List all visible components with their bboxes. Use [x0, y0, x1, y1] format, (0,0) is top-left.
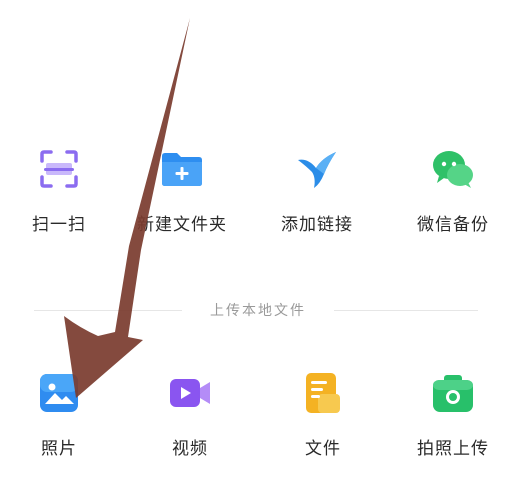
- new-folder-label: 新建文件夹: [137, 215, 227, 235]
- wechat-backup-label: 微信备份: [417, 215, 489, 235]
- photo-upload-label: 拍照上传: [417, 439, 489, 459]
- file-label: 文件: [305, 439, 341, 459]
- scan-label: 扫一扫: [32, 215, 86, 235]
- photo-upload-button[interactable]: 拍照上传: [398, 370, 508, 470]
- wechat-backup-button[interactable]: 微信备份: [398, 146, 508, 246]
- photos-label: 照片: [41, 439, 77, 459]
- divider-line-right: [334, 310, 478, 311]
- bird-link-icon: [298, 152, 336, 188]
- scan-frame-icon: [40, 150, 78, 188]
- file-button[interactable]: 文件: [268, 370, 378, 470]
- add-link-label: 添加链接: [281, 215, 353, 235]
- document-icon: [306, 373, 340, 413]
- upload-options-row: 照片 视频 文件 拍照上传: [0, 370, 509, 480]
- divider-line-left: [34, 310, 182, 311]
- quick-actions-row: 扫一扫 新建文件夹 添加链接 微信备份: [0, 146, 509, 256]
- wechat-icon: [433, 151, 473, 188]
- add-link-button[interactable]: 添加链接: [262, 146, 372, 246]
- new-folder-button[interactable]: 新建文件夹: [127, 146, 237, 246]
- camera-icon: [433, 375, 473, 412]
- folder-plus-icon: [162, 153, 202, 186]
- image-icon: [40, 374, 78, 412]
- video-label: 视频: [172, 439, 208, 459]
- video-button[interactable]: 视频: [135, 370, 245, 470]
- upload-local-divider: 上传本地文件: [34, 298, 478, 322]
- video-camera-icon: [170, 379, 210, 407]
- upload-local-title: 上传本地文件: [210, 303, 306, 319]
- scan-button[interactable]: 扫一扫: [4, 146, 114, 246]
- photos-button[interactable]: 照片: [4, 370, 114, 470]
